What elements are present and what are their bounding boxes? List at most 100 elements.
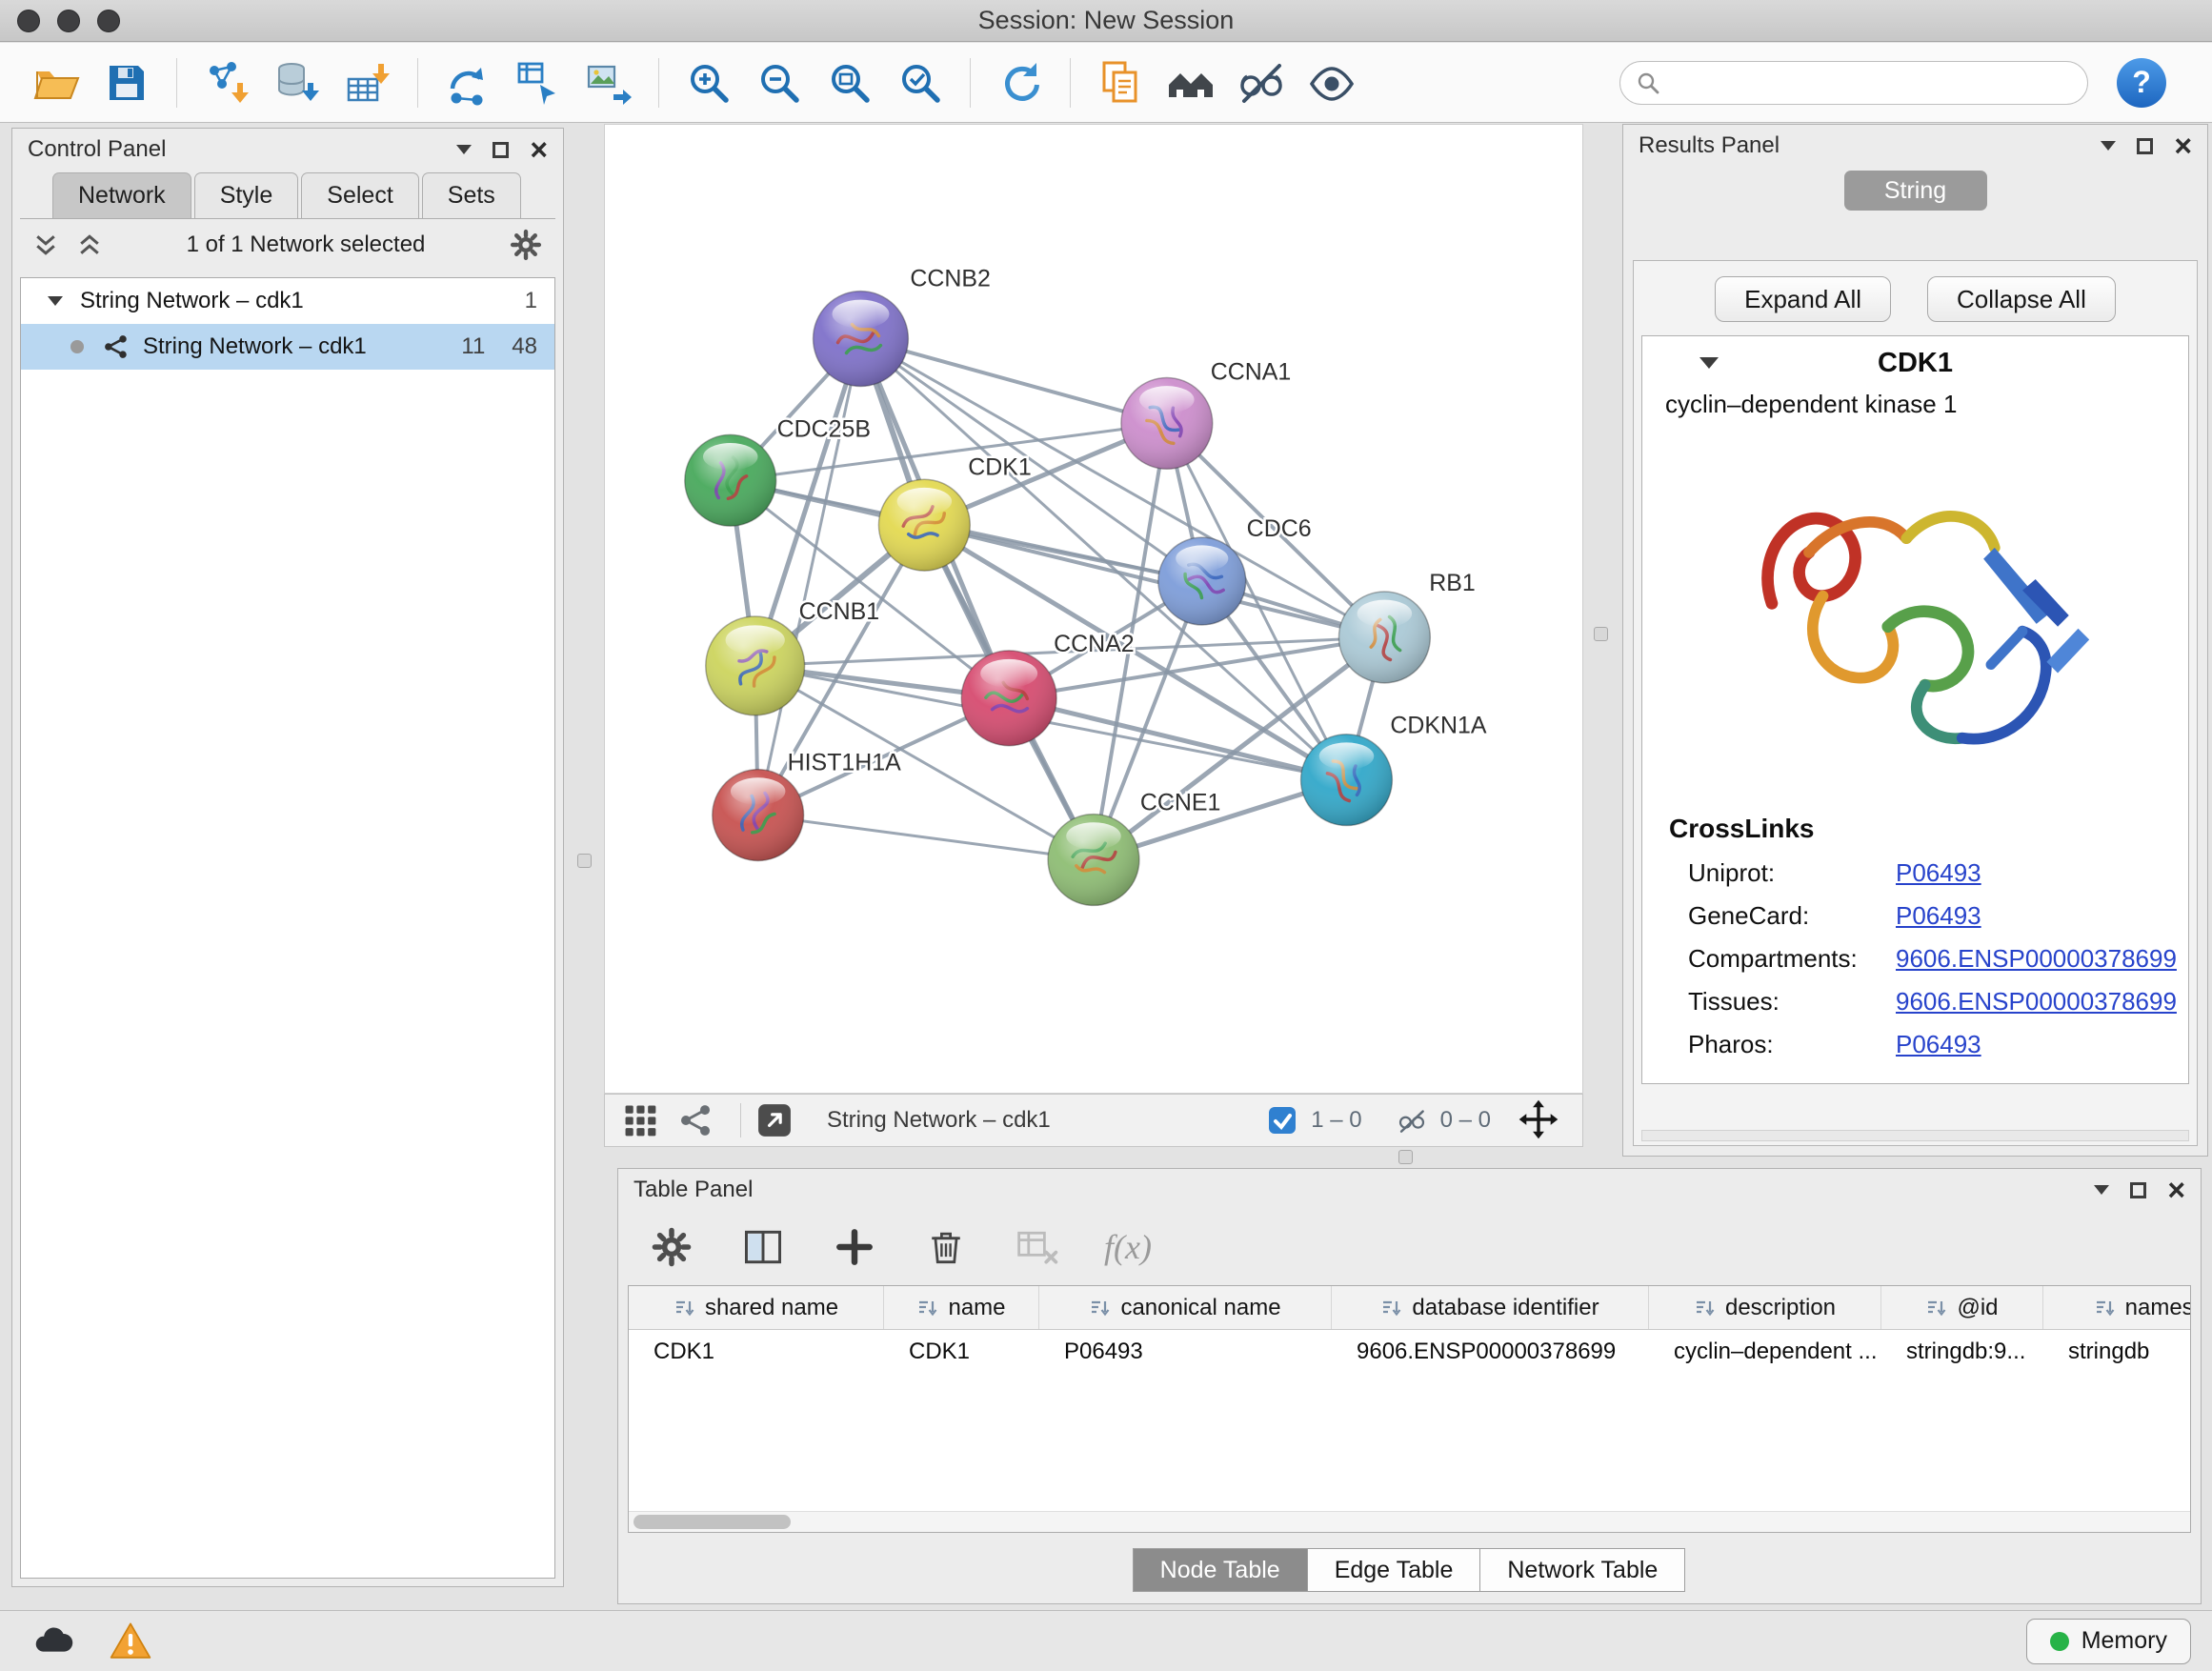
- import-table-from-file-button[interactable]: [337, 52, 398, 113]
- clone-network-button[interactable]: [508, 52, 569, 113]
- hidden-glasses-icon[interactable]: [1397, 1105, 1427, 1136]
- zoom-selected-button[interactable]: [890, 52, 951, 113]
- panel-menu-icon[interactable]: [2101, 141, 2116, 151]
- horizontal-splitter-handle[interactable]: [1398, 1150, 1413, 1164]
- panel-close-icon[interactable]: ×: [2167, 1175, 2185, 1205]
- hscrollbar-thumb[interactable]: [633, 1515, 791, 1529]
- open-session-button[interactable]: [26, 52, 87, 113]
- minimize-window-button[interactable]: [57, 10, 80, 32]
- refresh-view-button[interactable]: [990, 52, 1051, 113]
- export-view-button[interactable]: [753, 1098, 796, 1142]
- panel-float-icon[interactable]: [2130, 1182, 2146, 1198]
- collapse-all-icon[interactable]: [31, 231, 60, 259]
- collapse-all-button[interactable]: Collapse All: [1927, 276, 2116, 322]
- table-tab-node-table[interactable]: Node Table: [1133, 1548, 1308, 1592]
- cloud-status-button[interactable]: [21, 1619, 84, 1664]
- column-header-database-identifier[interactable]: database identifier: [1332, 1286, 1649, 1329]
- vertical-splitter-handle[interactable]: [1594, 627, 1608, 641]
- share-network-button[interactable]: [674, 1098, 717, 1142]
- table-settings-button[interactable]: [647, 1222, 696, 1272]
- network-node-cdk1[interactable]: [878, 479, 970, 571]
- network-node-rb1[interactable]: [1338, 592, 1430, 683]
- show-columns-button[interactable]: [738, 1222, 788, 1272]
- network-edge[interactable]: [758, 815, 1094, 860]
- glasses-hide-button[interactable]: [1231, 52, 1292, 113]
- column-header-name[interactable]: name: [884, 1286, 1039, 1329]
- crosslink-value-link[interactable]: 9606.ENSP00000378699: [1896, 987, 2177, 1017]
- memory-button[interactable]: Memory: [2026, 1619, 2191, 1664]
- panel-menu-icon[interactable]: [456, 145, 472, 154]
- copy-document-button[interactable]: [1090, 52, 1151, 113]
- network-node-cdc25b[interactable]: [685, 434, 776, 526]
- column-header-canonical-name[interactable]: canonical name: [1039, 1286, 1332, 1329]
- tab-network[interactable]: Network: [52, 172, 191, 218]
- crosslink-value-link[interactable]: P06493: [1896, 858, 1981, 888]
- network-node-cdc6[interactable]: [1158, 537, 1246, 625]
- close-window-button[interactable]: [17, 10, 40, 32]
- crosslink-value-link[interactable]: P06493: [1896, 1030, 1981, 1059]
- cloud-icon: [30, 1620, 74, 1663]
- table-hscrollbar[interactable]: [629, 1511, 2190, 1532]
- network-canvas[interactable]: CCNB2CCNA1CDC25BCDK1CDC6RB1CCNB1CCNA2CDK…: [604, 124, 1583, 1094]
- tab-style[interactable]: Style: [194, 172, 299, 218]
- function-builder-button[interactable]: f(x): [1104, 1227, 1152, 1267]
- panel-menu-icon[interactable]: [2094, 1185, 2109, 1195]
- save-session-button[interactable]: [96, 52, 157, 113]
- network-row[interactable]: String Network – cdk1 11 48: [21, 324, 554, 370]
- birds-eye-view-button[interactable]: [618, 1098, 662, 1142]
- home-button[interactable]: [1160, 52, 1221, 113]
- tab-select[interactable]: Select: [301, 172, 418, 218]
- zoom-window-button[interactable]: [97, 10, 120, 32]
- network-node-ccna1[interactable]: [1121, 377, 1213, 469]
- table-tab-edge-table[interactable]: Edge Table: [1307, 1548, 1481, 1592]
- import-network-from-database-button[interactable]: [267, 52, 328, 113]
- create-column-button[interactable]: [830, 1222, 879, 1272]
- warnings-button[interactable]: [99, 1619, 162, 1664]
- panel-float-icon[interactable]: [493, 142, 509, 158]
- zoom-in-button[interactable]: [678, 52, 739, 113]
- network-edge[interactable]: [924, 525, 1384, 637]
- pan-mode-button[interactable]: [1516, 1097, 1561, 1143]
- vertical-splitter-handle[interactable]: [577, 854, 592, 868]
- collection-expander-icon[interactable]: [48, 296, 63, 306]
- column-header--id[interactable]: @id: [1881, 1286, 2043, 1329]
- delete-column-button[interactable]: [921, 1222, 971, 1272]
- help-button[interactable]: ?: [2117, 58, 2166, 108]
- tab-sets[interactable]: Sets: [422, 172, 521, 218]
- zoom-fit-button[interactable]: [819, 52, 880, 113]
- expand-all-icon[interactable]: [75, 231, 104, 259]
- export-image-button[interactable]: [578, 52, 639, 113]
- crosslink-value-link[interactable]: P06493: [1896, 901, 1981, 931]
- new-network-button[interactable]: [437, 52, 498, 113]
- panel-close-icon[interactable]: ×: [530, 134, 548, 165]
- gene-expander-icon[interactable]: [1699, 357, 1719, 369]
- selected-checkbox-icon[interactable]: [1267, 1105, 1297, 1136]
- panel-close-icon[interactable]: ×: [2174, 131, 2192, 161]
- gene-card-header[interactable]: CDK1: [1642, 336, 2188, 390]
- network-graph[interactable]: CCNB2CCNA1CDC25BCDK1CDC6RB1CCNB1CCNA2CDK…: [605, 125, 1582, 1093]
- network-edge[interactable]: [758, 339, 861, 815]
- table-tab-network-table[interactable]: Network Table: [1479, 1548, 1685, 1592]
- gear-icon[interactable]: [508, 227, 544, 263]
- network-node-ccnb2[interactable]: [814, 292, 909, 387]
- column-header-description[interactable]: description: [1649, 1286, 1881, 1329]
- crosslink-value-link[interactable]: 9606.ENSP00000378699: [1896, 944, 2177, 974]
- results-hscrollbar[interactable]: [1641, 1130, 2189, 1141]
- import-network-from-file-button[interactable]: [196, 52, 257, 113]
- show-eye-button[interactable]: [1301, 52, 1362, 113]
- network-node-ccna2[interactable]: [961, 651, 1056, 746]
- network-collection-row[interactable]: String Network – cdk1 1: [21, 278, 554, 324]
- zoom-out-button[interactable]: [749, 52, 810, 113]
- tab-string[interactable]: String: [1844, 171, 1987, 211]
- network-node-hist1h1a[interactable]: [713, 770, 804, 861]
- network-node-ccne1[interactable]: [1048, 815, 1139, 906]
- network-node-ccnb1[interactable]: [706, 616, 805, 715]
- expand-all-button[interactable]: Expand All: [1715, 276, 1891, 322]
- network-node-cdkn1a[interactable]: [1301, 735, 1393, 826]
- search-input[interactable]: [1670, 70, 2072, 96]
- panel-float-icon[interactable]: [2137, 138, 2153, 154]
- column-header-shared-name[interactable]: shared name: [629, 1286, 884, 1329]
- delete-table-button-disabled: [1013, 1222, 1062, 1272]
- column-header-namespac[interactable]: namespac: [2043, 1286, 2191, 1329]
- table-row[interactable]: CDK1CDK1P064939606.ENSP00000378699cyclin…: [629, 1330, 2191, 1374]
